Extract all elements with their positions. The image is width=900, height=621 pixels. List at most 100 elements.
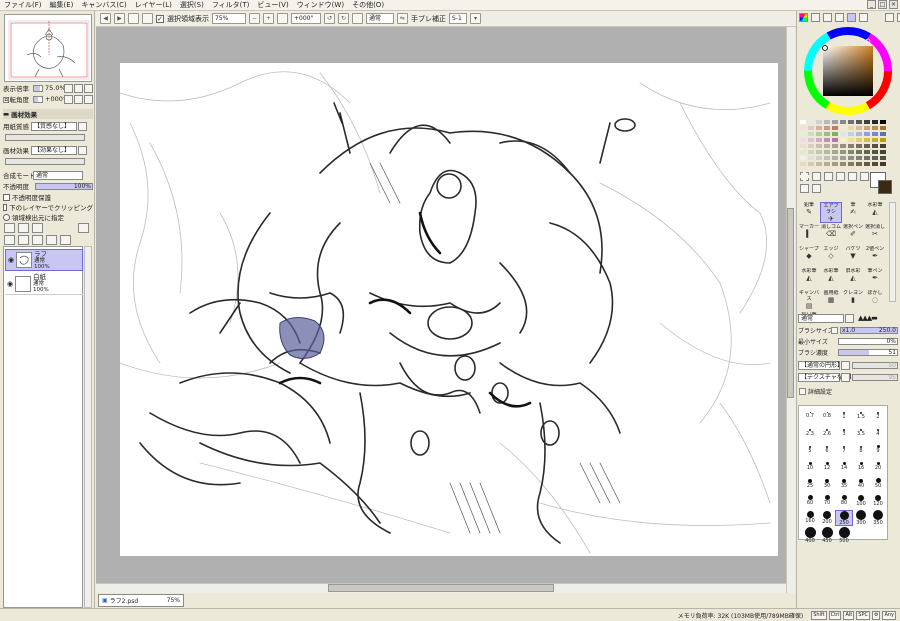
brush-texture-dropdown-icon[interactable]	[841, 372, 850, 382]
menu-item-2[interactable]: キャンバス(C)	[81, 0, 126, 10]
move-icon[interactable]	[836, 172, 845, 181]
tool-bucket[interactable]: バケツ ▼	[842, 246, 864, 267]
rotate-right-icon[interactable]: ↻	[338, 13, 349, 24]
deselect-icon[interactable]	[128, 13, 139, 24]
rgb-slider-icon[interactable]	[811, 13, 820, 22]
brush-size-cell[interactable]: 0.8	[818, 408, 836, 424]
menu-item-5[interactable]: フィルタ(T)	[212, 0, 250, 10]
brush-size-cell[interactable]: 2.6	[818, 425, 836, 441]
hand-icon[interactable]	[800, 184, 809, 193]
eyedropper-icon[interactable]	[812, 184, 821, 193]
detect-source-radio[interactable]	[3, 213, 10, 221]
brush-size-cell[interactable]: 9	[869, 442, 887, 458]
lasso-icon[interactable]	[812, 172, 821, 181]
palette-add-icon[interactable]	[885, 13, 894, 22]
maximize-icon[interactable]: □	[878, 0, 887, 9]
brush-size-cell[interactable]: 40	[852, 476, 870, 492]
color-swatch[interactable]	[799, 161, 807, 167]
menu-item-6[interactable]: ビュー(V)	[257, 0, 288, 10]
brush-blend-select[interactable]: 通常	[798, 313, 844, 323]
tool-selpen[interactable]: 選択ペン ✐	[842, 224, 864, 245]
brush-size-cell[interactable]: 120	[869, 493, 887, 509]
zoom-fit-button[interactable]	[84, 83, 93, 93]
brush-size-cell[interactable]: 400	[801, 527, 819, 544]
brush-blend-dropdown-icon[interactable]	[845, 313, 854, 323]
tool-blur[interactable]: ぼかし ◌	[864, 290, 886, 311]
copy-layer-icon[interactable]	[4, 235, 15, 245]
tool-pencil[interactable]: 鉛筆 ✎	[798, 202, 820, 223]
brush-size-cell[interactable]: 25	[801, 476, 819, 492]
color-swatches[interactable]	[799, 119, 887, 167]
brush-size-cell[interactable]: 100	[852, 493, 870, 509]
tool-brushpen[interactable]: 筆ペン ✒	[864, 268, 886, 289]
clear-layer-icon[interactable]	[60, 235, 71, 245]
brush-size-lock-icon[interactable]	[831, 326, 838, 334]
rotate-left-icon[interactable]: ↺	[324, 13, 335, 24]
layer-item-rough[interactable]: ◉ ラフ 通常 100%	[5, 249, 83, 271]
eye-icon[interactable]: ◉	[6, 280, 14, 288]
clipping-row[interactable]: 下のレイヤーでクリッピング	[3, 202, 93, 212]
delete-layer-icon[interactable]	[46, 235, 57, 245]
brush-size-cell[interactable]: 2.3	[801, 425, 819, 441]
brush-size-cell[interactable]: 7	[835, 442, 853, 458]
rotate-tool-icon[interactable]	[860, 172, 869, 181]
tool-airbrush[interactable]: エアブラシ ✈	[820, 202, 842, 223]
flip-icon[interactable]: ⇋	[397, 13, 408, 24]
density-slider[interactable]: 51	[838, 348, 898, 356]
brush-size-slider[interactable]: x1.0 250.0	[840, 326, 898, 334]
brush-size-cell[interactable]: 16	[852, 459, 870, 475]
layer-mask-icon[interactable]	[78, 223, 89, 233]
tool-crayon[interactable]: クレヨン ▮	[842, 290, 864, 311]
color-swatch[interactable]	[815, 161, 823, 167]
color-wheel-mode-icon[interactable]	[799, 13, 808, 22]
effect-dropdown-icon[interactable]	[78, 145, 87, 155]
merge-down-icon[interactable]	[18, 235, 29, 245]
brush-size-cell[interactable]: 20	[869, 459, 887, 475]
tool-canvas[interactable]: ギャンバス ▤	[798, 290, 820, 311]
brush-size-cell[interactable]: 300	[852, 510, 870, 526]
color-swatch[interactable]	[863, 161, 871, 167]
brush-size-cell[interactable]: 500	[835, 527, 853, 544]
sv-square[interactable]	[823, 46, 873, 96]
brush-size-cell[interactable]: 60	[801, 493, 819, 509]
color-wheel[interactable]	[800, 25, 896, 117]
brush-size-cell[interactable]: 35	[835, 476, 853, 492]
color-swatch[interactable]	[839, 161, 847, 167]
new-folder-icon[interactable]	[32, 223, 43, 233]
zoom-tool-icon[interactable]	[848, 172, 857, 181]
brush-size-cell[interactable]: 3	[835, 425, 853, 441]
tool-selerase[interactable]: 選択消し ✂	[864, 224, 886, 245]
tool-binarypen[interactable]: 2値ペン ✒	[864, 246, 886, 267]
color-swatch[interactable]	[855, 161, 863, 167]
color-mix-icon[interactable]	[835, 13, 844, 22]
tool-marker[interactable]: マーカー ▍	[798, 224, 820, 245]
zoom-reset-icon[interactable]	[277, 13, 288, 24]
zoom-in-icon[interactable]: +	[263, 13, 274, 24]
color-swatch[interactable]	[871, 161, 879, 167]
rotate-reset-icon[interactable]	[352, 13, 363, 24]
brush-size-cell[interactable]: 160	[801, 510, 819, 526]
zoom-minus-button[interactable]	[64, 83, 73, 93]
tool-oldwatercolor[interactable]: 旧水彩 ◭	[842, 268, 864, 289]
tool-edge[interactable]: エッジ ◇	[820, 246, 842, 267]
tool-brush[interactable]: 筆 ✍	[842, 202, 864, 223]
expand-icon[interactable]	[799, 387, 806, 395]
tool-scrollbar[interactable]	[889, 202, 896, 302]
brush-texture-select[interactable]: 【テクスチャなし】	[798, 372, 855, 382]
effect-strength-slider[interactable]	[5, 157, 85, 165]
menu-item-1[interactable]: 編集(E)	[50, 0, 74, 10]
rect-select-icon[interactable]	[800, 172, 809, 181]
brush-size-cell[interactable]: 80	[835, 493, 853, 509]
angle-left-button[interactable]	[64, 94, 73, 104]
horizontal-scroll-thumb[interactable]	[328, 584, 554, 592]
clipping-checkbox[interactable]	[3, 203, 8, 211]
redo-icon[interactable]: ▶	[114, 13, 125, 24]
protect-opacity-row[interactable]: 不透明度保護	[3, 192, 93, 202]
paper-select[interactable]: 【質感なし】	[31, 121, 77, 131]
menu-item-3[interactable]: レイヤー(L)	[135, 0, 172, 10]
color-swatch[interactable]	[823, 161, 831, 167]
hsv-slider-icon[interactable]	[823, 13, 832, 22]
eye-icon[interactable]: ◉	[7, 256, 15, 264]
brush-size-cell[interactable]: 0.7	[801, 408, 819, 424]
layer-item-blank[interactable]: ◉ 白紙 通常 100%	[5, 273, 83, 295]
